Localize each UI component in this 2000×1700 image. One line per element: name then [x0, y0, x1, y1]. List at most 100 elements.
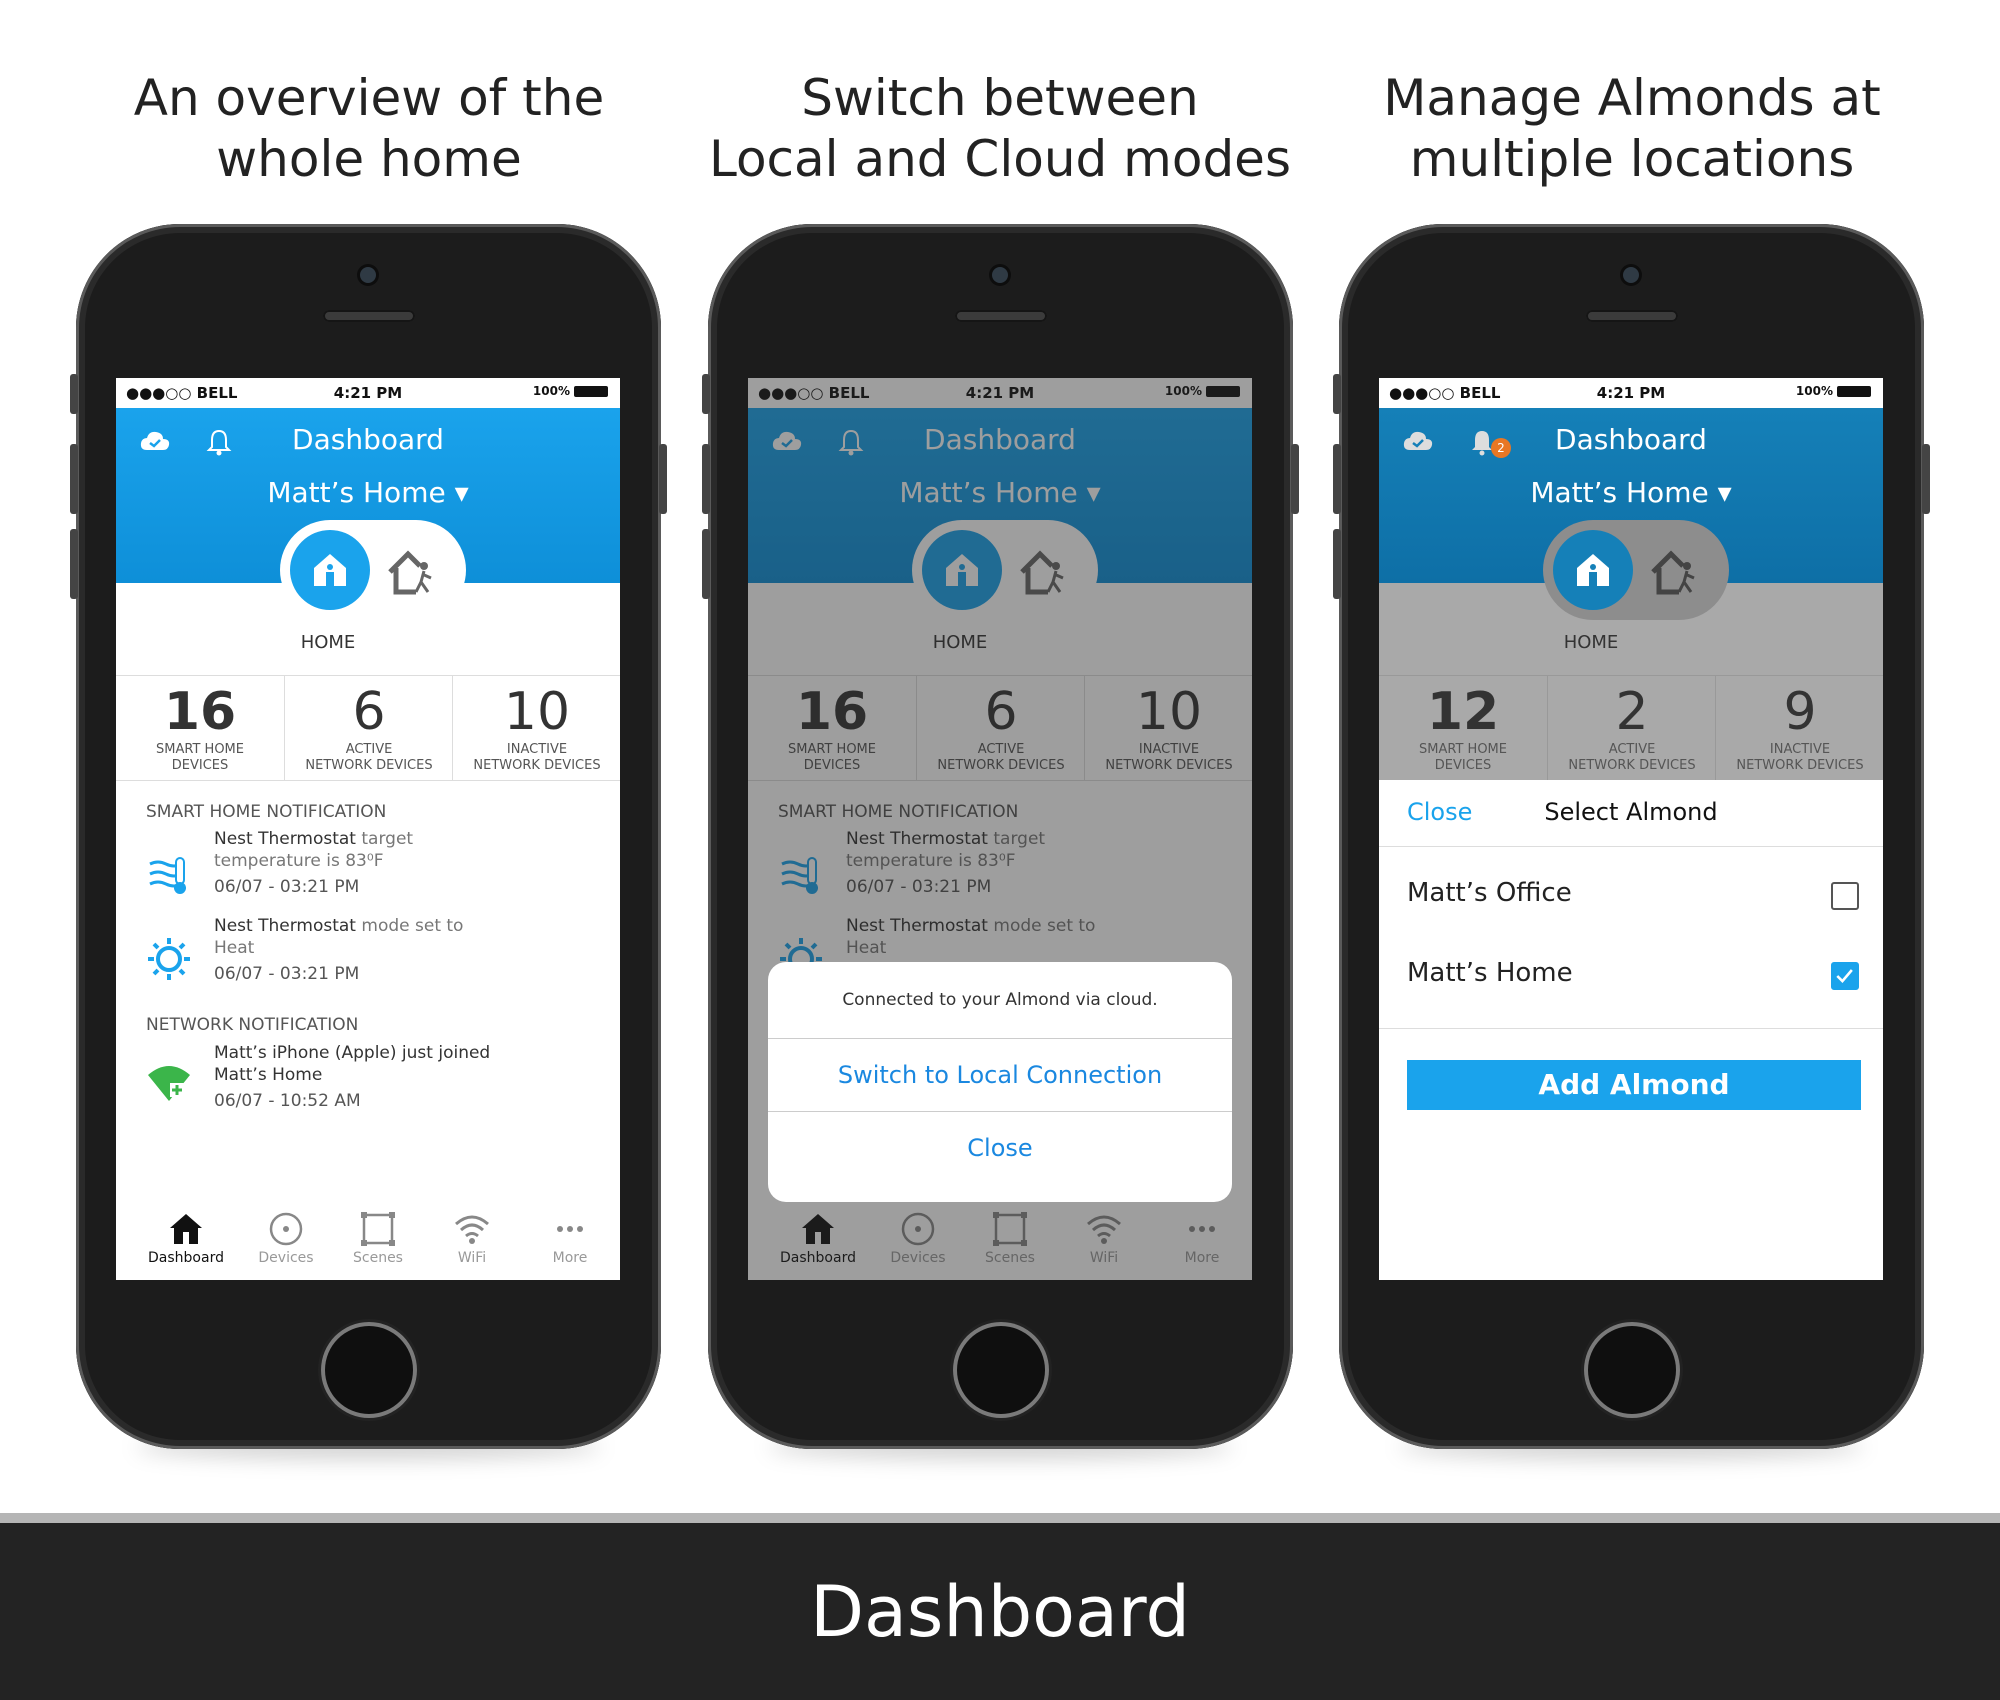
close-button[interactable]: Close [1407, 798, 1472, 826]
stat-smart-home[interactable]: 16 SMART HOME DEVICES [116, 676, 284, 780]
thermostat-icon [149, 857, 186, 894]
battery-icon [574, 386, 608, 397]
tab-label: Scenes [353, 1250, 403, 1266]
checkbox-office[interactable] [1831, 882, 1859, 910]
phone-modes: ●●●○○ BELL 4:21 PM 100% Dashboard Matt’s… [702, 224, 1299, 1459]
stat-inactive[interactable]: 10 INACTIVE NETWORK DEVICES [452, 676, 620, 780]
caption-line: multiple locations [1409, 130, 1855, 188]
stat-number: 10 [503, 682, 571, 742]
notification-time: 06/07 - 03:21 PM [214, 877, 360, 897]
stats-row: 12 SMART HOME DEVICES 2 ACTIVE NETWORK D… [1379, 675, 1883, 781]
tab-dashboard[interactable]: Dashboard [136, 1204, 236, 1266]
stat-label: ACTIVE [1608, 742, 1656, 757]
add-almond-button[interactable]: Add Almond [1407, 1060, 1861, 1110]
mode-toggle[interactable] [1543, 520, 1729, 620]
notification-text: Matt’s Home [214, 1065, 323, 1085]
stat-inactive[interactable]: 9 INACTIVE NETWORK DEVICES [1715, 676, 1883, 780]
speaker-grille [1586, 310, 1678, 322]
stat-label: DEVICES [1434, 758, 1492, 773]
home-icon [170, 1214, 202, 1244]
caption-line: Local and Cloud modes [708, 130, 1291, 188]
switch-local-button[interactable]: Switch to Local Connection [768, 1039, 1232, 1112]
battery-icon [1837, 386, 1871, 397]
phone-overview: ●●●○○ BELL 4:21 PM 100% Dashboard Matt’s… [70, 224, 667, 1459]
select-almond-panel: Select Almond Close Matt’s Office Matt’s… [1379, 780, 1883, 1280]
tab-label: More [552, 1250, 588, 1266]
caption-line: Manage Almonds at [1383, 69, 1881, 127]
home-selector[interactable]: Matt’s Home ▾ [116, 476, 620, 509]
battery-indicator: 100% [1796, 384, 1871, 398]
page-title: Dashboard [292, 423, 444, 456]
screen: ●●●○○ BELL 4:21 PM 100% Dashboard Matt’s… [748, 378, 1252, 1280]
checkbox-home[interactable] [1831, 962, 1859, 990]
home-button[interactable] [1584, 1322, 1680, 1418]
notification-item[interactable]: Nest Thermostat target temperature is 83… [214, 828, 413, 898]
away-mode-icon[interactable] [1649, 544, 1703, 598]
notification-text: mode set to [355, 916, 464, 936]
caption-overview: An overview of the whole home [49, 68, 689, 190]
caption-line: An overview of the [133, 69, 605, 127]
speaker-grille [955, 310, 1047, 322]
stats-row: 16 SMART HOME DEVICES 6 ACTIVE NETWORK D… [116, 675, 620, 781]
stat-active[interactable]: 6 ACTIVE NETWORK DEVICES [284, 676, 453, 780]
tab-bar: Dashboard Devices Scenes WiFi More [116, 1204, 620, 1280]
away-mode-icon[interactable] [386, 544, 440, 598]
caption-locations: Manage Almonds at multiple locations [1312, 68, 1952, 190]
caption-line: whole home [216, 130, 522, 188]
notification-item[interactable]: Matt’s iPhone (Apple) just joined Matt’s… [214, 1042, 490, 1112]
stat-label: NETWORK DEVICES [1736, 758, 1864, 773]
tab-scenes[interactable]: Scenes [328, 1204, 428, 1266]
page-title: Dashboard [1555, 423, 1707, 456]
tab-more[interactable]: More [520, 1204, 620, 1266]
caption-modes: Switch between Local and Cloud modes [680, 68, 1320, 190]
mode-toggle[interactable] [280, 520, 466, 620]
tab-wifi[interactable]: WiFi [422, 1204, 522, 1266]
stat-number: 9 [1783, 682, 1817, 742]
stat-label: DEVICES [171, 758, 229, 773]
camera-icon [360, 267, 376, 283]
notification-time: 06/07 - 10:52 AM [214, 1091, 361, 1111]
mode-label: HOME [300, 632, 356, 653]
stat-label: NETWORK DEVICES [473, 758, 601, 773]
stat-active[interactable]: 2 ACTIVE NETWORK DEVICES [1547, 676, 1716, 780]
battery-indicator: 100% [533, 384, 608, 398]
location-office[interactable]: Matt’s Office [1407, 878, 1572, 908]
close-button[interactable]: Close [768, 1112, 1232, 1184]
wifi-joined-icon [148, 1066, 190, 1101]
tab-devices[interactable]: Devices [236, 1204, 336, 1266]
battery-label: 100% [532, 384, 570, 398]
stat-number: 6 [352, 682, 386, 742]
camera-icon [992, 267, 1008, 283]
home-mode-button[interactable] [290, 530, 370, 610]
checkmark-icon [1836, 969, 1853, 984]
status-bar: ●●●○○ BELL 4:21 PM 100% [1379, 378, 1883, 408]
house-icon [314, 554, 346, 586]
house-icon [1577, 554, 1609, 586]
caption-line: Switch between [801, 69, 1199, 127]
home-button[interactable] [321, 1322, 417, 1418]
home-selector[interactable]: Matt’s Home ▾ [1379, 476, 1883, 509]
tab-label: Devices [258, 1250, 314, 1266]
stat-smart-home[interactable]: 12 SMART HOME DEVICES [1379, 676, 1547, 780]
notification-item[interactable]: Nest Thermostat mode set to Heat 06/07 -… [214, 915, 463, 985]
connection-action-sheet: Connected to your Almond via cloud. Swit… [768, 962, 1232, 1202]
more-icon [557, 1226, 583, 1232]
tab-label: WiFi [457, 1250, 487, 1266]
scenes-icon [361, 1212, 395, 1246]
notification-text: temperature is 83⁰F [214, 851, 384, 871]
notification-text: Matt’s iPhone (Apple) just joined [214, 1043, 491, 1063]
stat-number: 2 [1615, 682, 1649, 742]
home-mode-button[interactable] [1553, 530, 1633, 610]
notification-time: 06/07 - 03:21 PM [214, 964, 360, 984]
footer-banner: Dashboard [0, 1523, 2000, 1700]
stat-label: NETWORK DEVICES [1568, 758, 1696, 773]
speaker-grille [323, 310, 415, 322]
home-button[interactable] [953, 1322, 1049, 1418]
stat-label: SMART HOME [156, 742, 244, 757]
wifi-icon [455, 1215, 489, 1244]
location-home[interactable]: Matt’s Home [1407, 958, 1573, 988]
notification-text: Heat [214, 938, 255, 958]
stat-label: INACTIVE [1769, 742, 1831, 757]
stat-number: 12 [1426, 682, 1500, 742]
section-title: SMART HOME NOTIFICATION [146, 802, 387, 822]
